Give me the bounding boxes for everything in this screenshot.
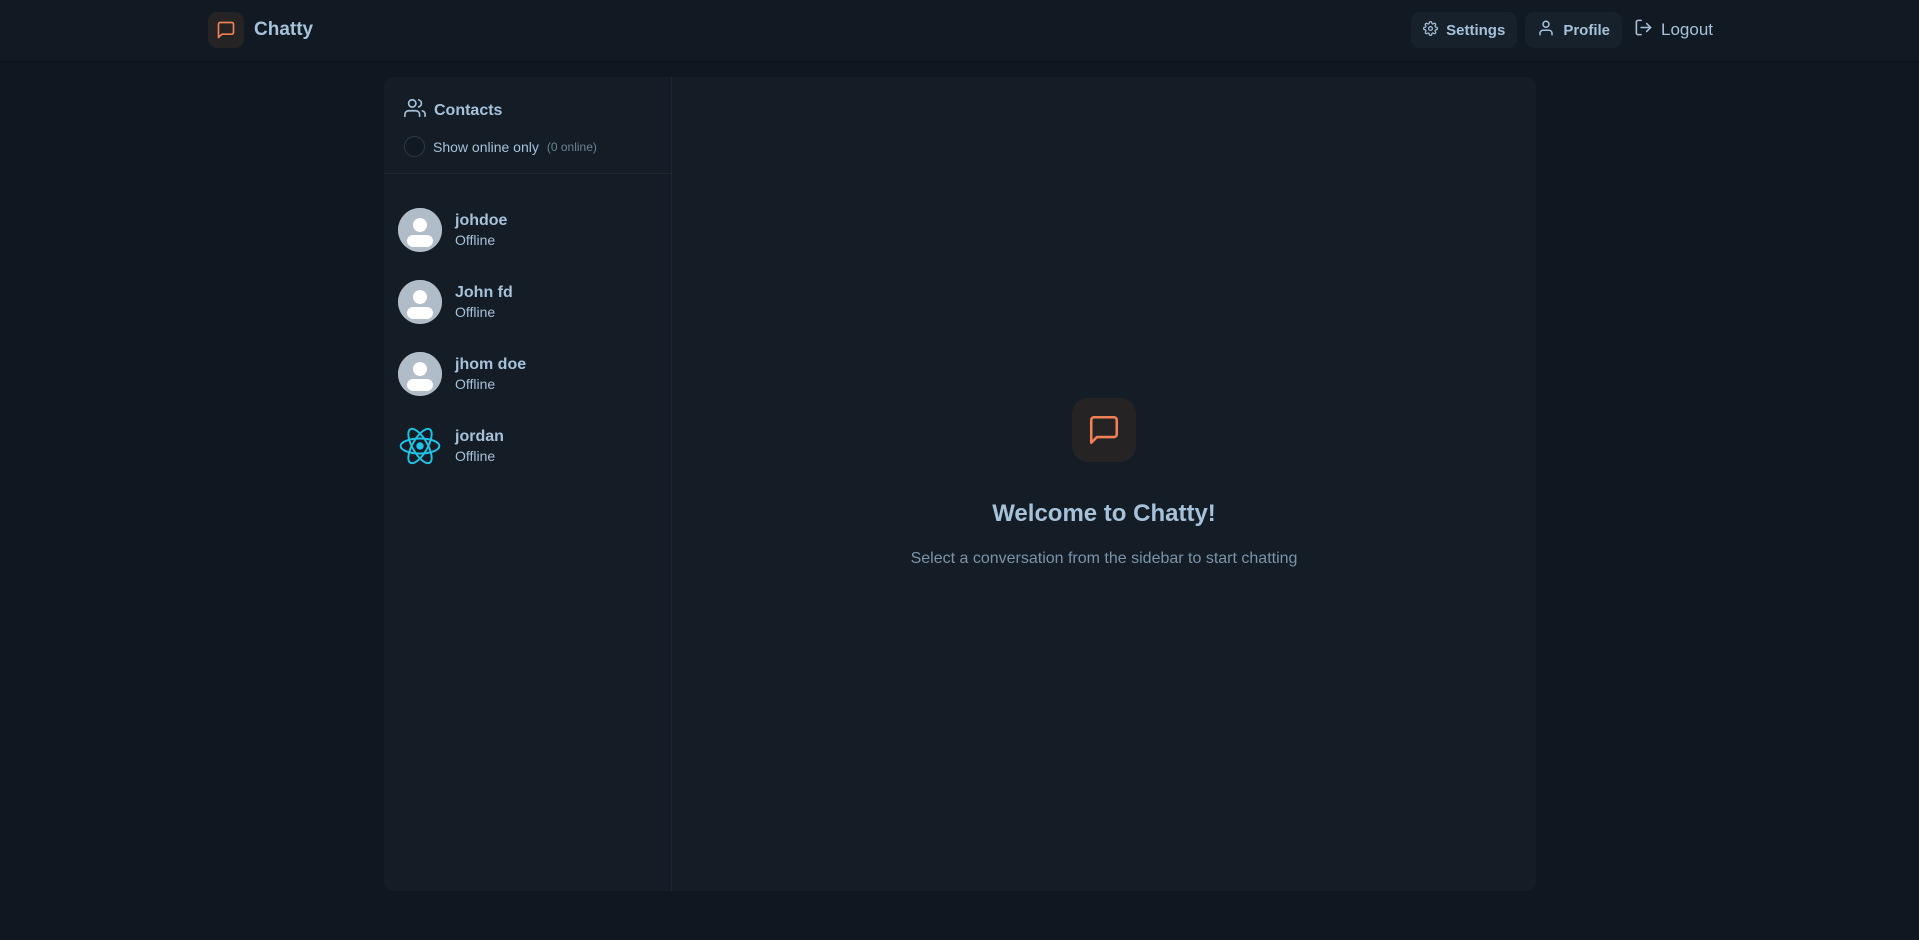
chat-container: Contacts Show online only (0 online) joh… (384, 77, 1536, 891)
contact-item[interactable]: jordan Offline (384, 410, 671, 482)
brand-title: Chatty (254, 19, 314, 40)
gear-icon (1423, 20, 1439, 40)
users-icon (404, 97, 426, 124)
contact-item[interactable]: jhom doe Offline (384, 338, 671, 410)
online-filter[interactable]: Show online only (0 online) (404, 136, 651, 157)
brand-link[interactable]: Chatty (208, 12, 313, 48)
top-navbar: Chatty Settings Profile Logout (0, 0, 1919, 62)
contacts-title: Contacts (434, 101, 503, 119)
logout-label: Logout (1661, 20, 1713, 39)
contact-status: Offline (455, 448, 496, 464)
message-square-icon (208, 12, 244, 48)
welcome-title: Welcome to Chatty! (992, 500, 1216, 527)
contact-name: jordan (455, 428, 504, 445)
settings-button[interactable]: Settings (1411, 12, 1518, 48)
sidebar-header: Contacts Show online only (0 online) (384, 77, 671, 174)
settings-label: Settings (1446, 21, 1506, 39)
profile-button[interactable]: Profile (1525, 12, 1622, 48)
user-icon (1537, 19, 1555, 41)
contact-item[interactable]: John fd Offline (384, 266, 671, 338)
contact-item[interactable]: johdoe Offline (384, 194, 671, 266)
contact-name: jhom doe (455, 356, 527, 373)
welcome-pane: Welcome to Chatty! Select a conversation… (672, 77, 1536, 891)
react-logo-avatar (398, 424, 442, 468)
contact-status: Offline (455, 376, 496, 392)
profile-label: Profile (1563, 21, 1610, 39)
contact-status: Offline (455, 304, 496, 320)
contacts-sidebar: Contacts Show online only (0 online) joh… (384, 77, 672, 891)
contact-name: johdoe (455, 212, 508, 229)
message-square-icon (1072, 398, 1136, 462)
logout-icon (1634, 18, 1653, 42)
avatar (398, 208, 442, 252)
contacts-heading: Contacts (404, 97, 651, 124)
contact-status: Offline (455, 232, 496, 248)
online-only-checkbox[interactable] (404, 136, 425, 157)
contact-list: johdoe Offline John fd Offline jhom doe … (384, 174, 671, 482)
avatar (398, 352, 442, 396)
logout-button[interactable]: Logout (1630, 12, 1717, 48)
online-count: (0 online) (546, 139, 597, 154)
contact-name: John fd (455, 284, 513, 301)
welcome-subtitle: Select a conversation from the sidebar t… (910, 550, 1298, 567)
online-filter-label: Show online only (433, 138, 539, 155)
avatar (398, 280, 442, 324)
nav-actions: Settings Profile Logout (1411, 12, 1717, 48)
